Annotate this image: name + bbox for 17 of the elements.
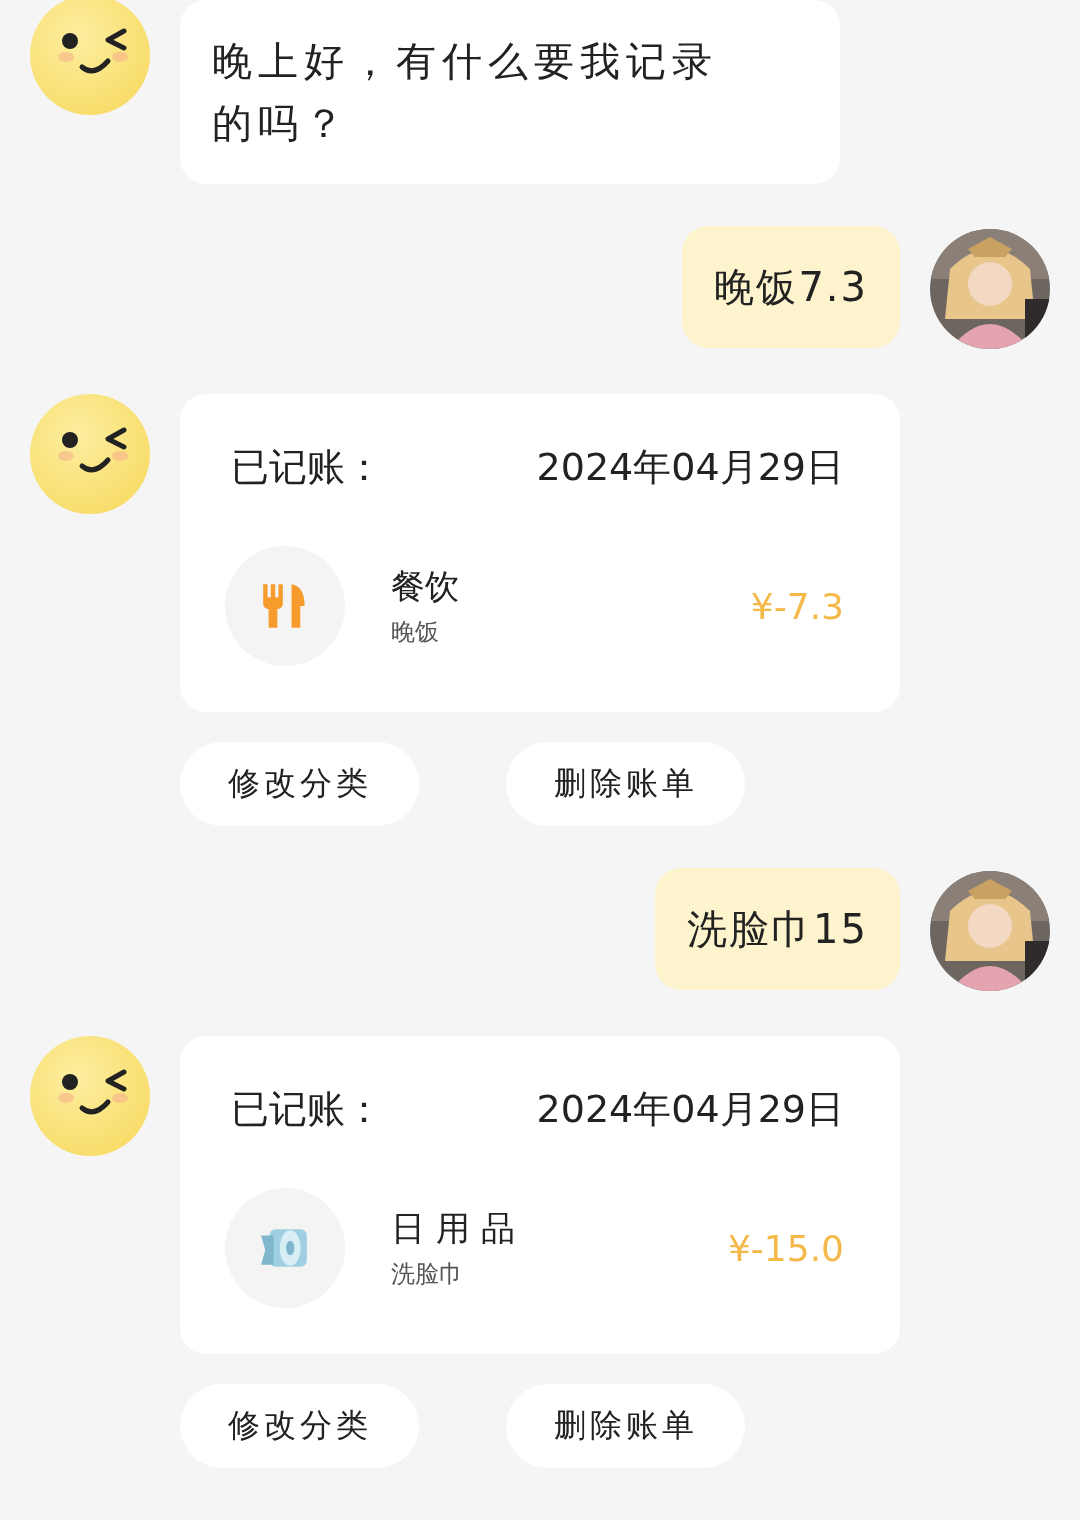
category-name: 日 用 品 (391, 1207, 516, 1250)
action-button[interactable]: 修改分类 (180, 1384, 419, 1468)
message-bubble: 洗脸巾15 (655, 868, 900, 990)
record-date: 2024年04月29日 (536, 1086, 844, 1133)
message-bubble: 晚饭7.3 (682, 226, 900, 348)
action-button[interactable]: 删除账单 (506, 1384, 745, 1468)
record-date: 2024年04月29日 (536, 444, 844, 491)
record-label: 已记账： (231, 1086, 383, 1133)
record-amount: ¥-15.0 (727, 1227, 844, 1269)
record-label: 已记账： (231, 444, 383, 491)
record-note: 晚饭 (391, 617, 440, 648)
category-name: 餐饮 (391, 565, 460, 608)
message-bubble: 晚上好，有什么要我记录的吗？ (180, 0, 840, 184)
record-note: 洗脸巾 (391, 1259, 464, 1290)
action-button[interactable]: 修改分类 (180, 742, 419, 826)
action-button[interactable]: 删除账单 (506, 742, 745, 826)
record-amount: ¥-7.3 (750, 585, 844, 627)
